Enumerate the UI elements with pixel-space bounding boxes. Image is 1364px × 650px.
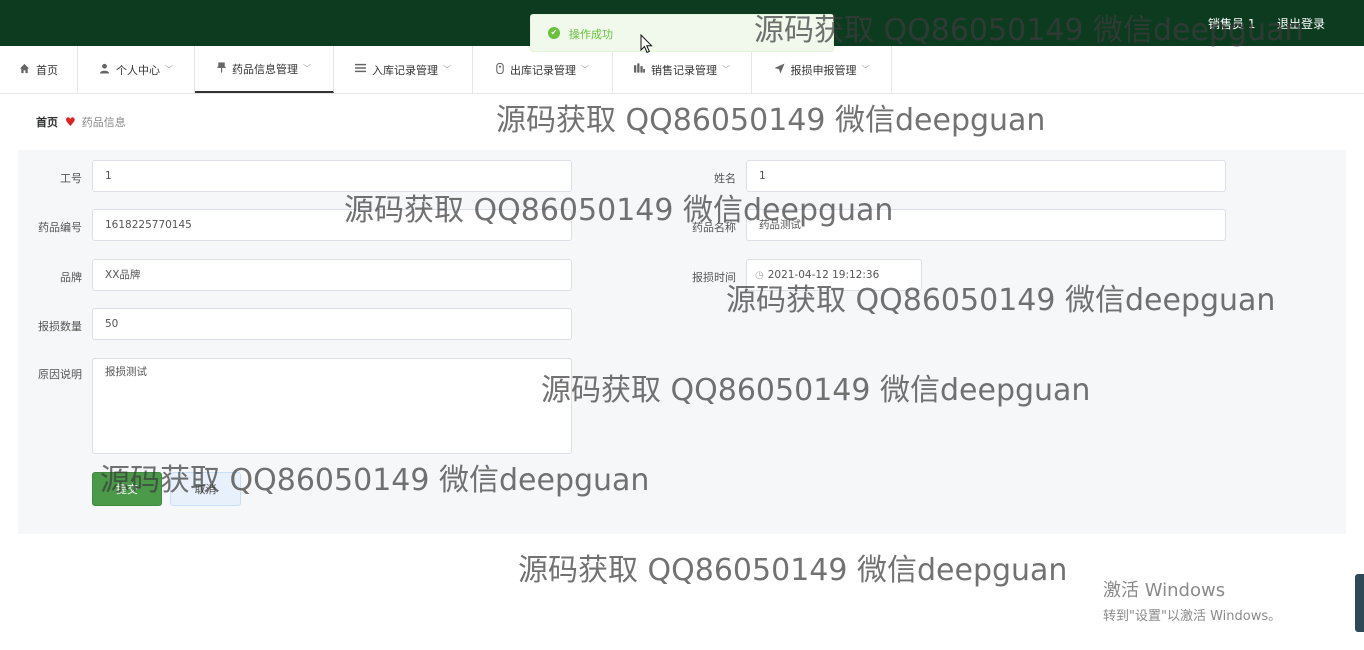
- nav-label: 入库记录管理: [372, 63, 438, 77]
- mouse-cursor-icon: [640, 34, 653, 54]
- chevron-down-icon: ﹀: [722, 65, 730, 74]
- nav-item-stock-out[interactable]: 出库记录管理 ﹀: [473, 46, 613, 93]
- report-time-label: 报损时间: [692, 271, 736, 284]
- list-icon: [355, 63, 366, 76]
- reason-textarea[interactable]: 报损测试: [92, 358, 572, 454]
- form-panel: 工号 1 姓名 1 药品编号 1618225770145 药品名称 药品测试 品…: [18, 150, 1346, 534]
- reason-label: 原因说明: [38, 368, 82, 381]
- side-widget[interactable]: [1355, 574, 1364, 632]
- nav-label: 出库记录管理: [510, 63, 576, 77]
- activation-subtitle: 转到"设置"以激活 Windows。: [1103, 609, 1282, 624]
- nav-label: 首页: [36, 63, 58, 77]
- heart-icon: ♥: [65, 115, 76, 129]
- drug-code-label: 药品编号: [38, 221, 82, 234]
- nav-item-home[interactable]: 首页: [0, 46, 78, 93]
- pin-icon: [217, 61, 226, 76]
- cancel-button[interactable]: 取消: [170, 472, 241, 506]
- chevron-down-icon: ﹀: [581, 65, 589, 74]
- tag-icon: [496, 62, 504, 77]
- nav-item-loss-report[interactable]: 报损申报管理 ﹀: [752, 46, 892, 93]
- main-nav: 首页 个人中心 ﹀ 药品信息管理 ﹀ 入库记录管理 ﹀ 出库记录管理 ﹀ 销售记…: [0, 46, 1364, 94]
- toast-message: 操作成功: [569, 28, 613, 41]
- user-icon: [99, 63, 110, 77]
- check-circle-icon: ✔: [548, 27, 560, 39]
- bar-chart-icon: [634, 63, 645, 76]
- breadcrumb-current: 药品信息: [81, 116, 126, 129]
- logout-link[interactable]: 退出登录: [1277, 15, 1325, 32]
- loss-quantity-field[interactable]: 50: [92, 308, 572, 340]
- employee-id-label: 工号: [60, 172, 82, 185]
- nav-label: 报损申报管理: [790, 63, 857, 77]
- name-label: 姓名: [714, 172, 736, 185]
- success-toast: ✔ 操作成功: [530, 14, 834, 52]
- nav-item-sales[interactable]: 销售记录管理 ﹀: [613, 46, 752, 93]
- drug-code-field[interactable]: 1618225770145: [92, 209, 572, 241]
- nav-label: 药品信息管理: [232, 62, 298, 76]
- breadcrumb-home[interactable]: 首页: [36, 114, 58, 130]
- report-time-value: 2021-04-12 19:12:36: [767, 269, 880, 281]
- nav-item-personal-center[interactable]: 个人中心 ﹀: [78, 46, 195, 93]
- employee-id-field[interactable]: 1: [92, 160, 572, 192]
- activation-title: 激活 Windows: [1103, 580, 1226, 601]
- send-icon: [773, 62, 785, 77]
- nav-item-drug-info[interactable]: 药品信息管理 ﹀: [195, 46, 334, 93]
- nav-item-stock-in[interactable]: 入库记录管理 ﹀: [334, 46, 473, 93]
- home-icon: [19, 63, 30, 77]
- brand-field[interactable]: XX品牌: [92, 259, 572, 291]
- submit-button[interactable]: 提交: [92, 472, 162, 506]
- chevron-down-icon: ﹀: [443, 65, 451, 74]
- brand-label: 品牌: [60, 271, 82, 284]
- breadcrumb: 首页 ♥ 药品信息: [18, 101, 1346, 143]
- watermark-text: 源码获取 QQ86050149 微信deepguan: [518, 553, 1068, 588]
- windows-activation-notice: 激活 Windows 转到"设置"以激活 Windows。: [1103, 576, 1281, 624]
- nav-label: 个人中心: [116, 63, 160, 77]
- report-time-picker[interactable]: ◷ 2021-04-12 19:12:36: [746, 259, 922, 291]
- chevron-down-icon: ﹀: [303, 64, 311, 73]
- name-field[interactable]: 1: [746, 160, 1226, 192]
- loss-quantity-label: 报损数量: [38, 320, 82, 333]
- current-user: 销售员 1: [1208, 17, 1256, 31]
- clock-icon: ◷: [755, 270, 764, 281]
- chevron-down-icon: ﹀: [861, 65, 870, 74]
- drug-name-field[interactable]: 药品测试: [746, 209, 1226, 241]
- nav-label: 销售记录管理: [651, 63, 717, 77]
- chevron-down-icon: ﹀: [165, 65, 173, 74]
- drug-name-label: 药品名称: [692, 221, 736, 234]
